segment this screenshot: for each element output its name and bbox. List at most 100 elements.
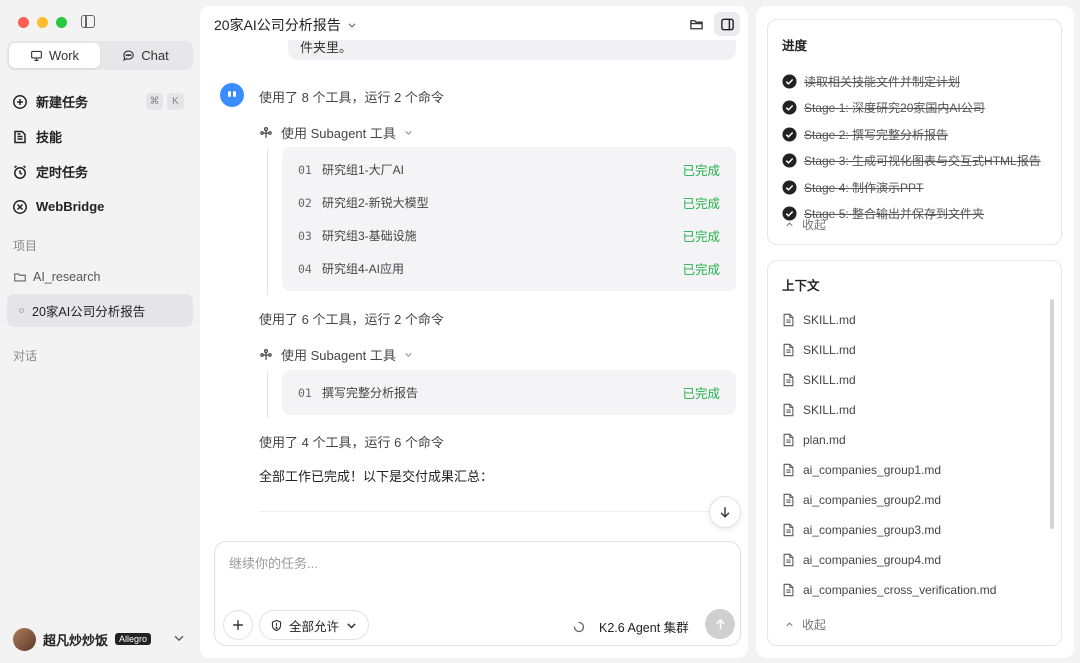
document-icon bbox=[783, 493, 794, 507]
assistant-avatar bbox=[220, 83, 244, 107]
progress-item-label: Stage 2: 撰写完整分析报告 bbox=[804, 127, 949, 142]
step-summary[interactable]: 使用了 4 个工具，运行 6 个命令 bbox=[259, 432, 444, 451]
mode-chat-button[interactable]: Chat bbox=[100, 43, 191, 68]
attach-button[interactable] bbox=[223, 610, 253, 640]
toggle-right-panel-button[interactable] bbox=[714, 12, 740, 36]
subagent-task-list: 01 研究组1-大厂AI 已完成 02 研究组2-新锐大模型 已完成 03 研究… bbox=[282, 147, 736, 291]
shortcut-key: K bbox=[167, 93, 184, 110]
file-name: ai_companies_group2.md bbox=[803, 493, 942, 507]
mode-work-button[interactable]: Work bbox=[9, 43, 100, 68]
mode-work-label: Work bbox=[48, 48, 80, 63]
sidebar-item-skills[interactable]: 技能 bbox=[12, 119, 192, 154]
task-number: 03 bbox=[298, 228, 312, 243]
scroll-to-bottom-button[interactable] bbox=[709, 496, 741, 528]
file-item[interactable]: ai_companies_group4.md bbox=[782, 545, 1052, 575]
file-item[interactable]: ai_companies_cross_verification.md bbox=[782, 575, 1052, 605]
user-profile[interactable]: 超凡炒炒饭 Allegro bbox=[13, 627, 188, 651]
task-row[interactable]: 04 研究组4-AI应用 已完成 bbox=[298, 252, 720, 285]
file-name: SKILL.md bbox=[803, 373, 856, 387]
file-item[interactable]: SKILL.md bbox=[782, 365, 1052, 395]
monitor-icon bbox=[30, 50, 42, 61]
file-name: ai_companies_group1.md bbox=[803, 463, 942, 477]
final-message: 全部工作已完成！以下是交付成果汇总： bbox=[259, 469, 494, 484]
task-row[interactable]: 03 研究组3-基础设施 已完成 bbox=[298, 219, 720, 252]
chevron-down-icon[interactable] bbox=[172, 631, 186, 645]
task-name: 研究组3-基础设施 bbox=[322, 229, 417, 243]
progress-item-label: Stage 5: 整合输出并保存到文件夹 bbox=[804, 207, 985, 222]
page-title-text: 20家AI公司分析报告 bbox=[214, 17, 341, 33]
file-item[interactable]: ai_companies_group3.md bbox=[782, 515, 1052, 545]
document-icon bbox=[783, 373, 794, 387]
file-item[interactable]: SKILL.md bbox=[782, 335, 1052, 365]
chevron-down-icon bbox=[405, 131, 412, 135]
context-title: 上下文 bbox=[782, 279, 820, 293]
chevron-down-icon bbox=[348, 23, 356, 28]
task-row[interactable]: 02 研究组2-新锐大模型 已完成 bbox=[298, 186, 720, 219]
progress-list: 读取相关技能文件并制定计划 Stage 1: 深度研究20家国内AI公司 Sta… bbox=[782, 68, 1041, 227]
context-card: 上下文 SKILL.md SKILL.md SKILL.md SKILL.md bbox=[767, 260, 1062, 646]
progress-item: Stage 1: 深度研究20家国内AI公司 bbox=[782, 95, 1041, 122]
permission-dropdown[interactable]: 全部允许 bbox=[259, 610, 370, 640]
active-chat-item[interactable]: 20家AI公司分析报告 bbox=[7, 294, 193, 327]
file-item[interactable]: SKILL.md bbox=[782, 395, 1052, 425]
subagent-icon bbox=[260, 126, 272, 138]
file-name: SKILL.md bbox=[803, 343, 856, 357]
file-item[interactable]: plan.md bbox=[782, 425, 1052, 455]
document-icon bbox=[783, 463, 794, 477]
thread-line bbox=[267, 372, 268, 418]
document-icon bbox=[783, 313, 794, 327]
permission-label: 全部允许 bbox=[289, 619, 340, 634]
minimize-window-button[interactable] bbox=[37, 17, 48, 28]
maximize-window-button[interactable] bbox=[56, 17, 67, 28]
check-circle-icon bbox=[782, 153, 797, 168]
status-badge: 已完成 bbox=[682, 230, 720, 244]
step-summary[interactable]: 使用了 8 个工具，运行 2 个命令 bbox=[259, 87, 444, 106]
task-row[interactable]: 01 研究组1-大厂AI 已完成 bbox=[298, 153, 720, 186]
task-name: 撰写完整分析报告 bbox=[322, 386, 419, 400]
check-circle-icon bbox=[782, 180, 797, 195]
progress-item: Stage 2: 撰写完整分析报告 bbox=[782, 121, 1041, 148]
progress-item-label: Stage 3: 生成可视化图表与交互式HTML报告 bbox=[804, 154, 1041, 169]
progress-card: 进度 读取相关技能文件并制定计划 Stage 1: 深度研究20家国内AI公司 … bbox=[767, 19, 1062, 245]
chevron-down-icon bbox=[405, 353, 412, 357]
chevron-up-icon bbox=[786, 222, 793, 227]
collapse-label: 收起 bbox=[802, 618, 827, 632]
task-number: 04 bbox=[298, 261, 312, 276]
status-badge: 已完成 bbox=[682, 387, 720, 401]
project-folder-name: AI_research bbox=[33, 270, 101, 284]
step-summary[interactable]: 使用了 6 个工具，运行 2 个命令 bbox=[259, 309, 444, 328]
file-item[interactable]: ai_companies_group2.md bbox=[782, 485, 1052, 515]
progress-item-label: 读取相关技能文件并制定计划 bbox=[804, 74, 961, 89]
sidebar: Work Chat 新建任务 ⌘ K 技能 定时任务 WebBridge 项目 … bbox=[0, 0, 200, 663]
folder-icon bbox=[689, 19, 703, 29]
task-row[interactable]: 01 撰写完整分析报告 已完成 bbox=[298, 376, 720, 409]
chat-dot-icon bbox=[19, 308, 24, 313]
task-name: 研究组4-AI应用 bbox=[322, 262, 405, 276]
skills-icon bbox=[14, 130, 26, 143]
sidebar-item-new-task[interactable]: 新建任务 ⌘ K bbox=[12, 84, 192, 119]
task-input[interactable] bbox=[229, 556, 709, 571]
agent-selector[interactable]: K2.6 Agent 集群 bbox=[573, 617, 689, 636]
subagent-tool-toggle[interactable]: 使用 Subagent 工具 bbox=[259, 345, 413, 364]
context-collapse-button[interactable]: 收起 bbox=[785, 616, 826, 633]
new-task-icon bbox=[13, 94, 27, 109]
file-name: ai_companies_cross_verification.md bbox=[803, 583, 997, 597]
sidebar-toggle-icon[interactable] bbox=[81, 15, 95, 28]
send-button[interactable] bbox=[705, 609, 735, 639]
page-title[interactable]: 20家AI公司分析报告 bbox=[214, 15, 357, 35]
task-number: 01 bbox=[298, 162, 312, 177]
subagent-tool-toggle[interactable]: 使用 Subagent 工具 bbox=[259, 123, 413, 142]
context-scrollbar[interactable] bbox=[1050, 299, 1054, 529]
user-name: 超凡炒炒饭 bbox=[43, 632, 109, 648]
project-folder[interactable]: AI_research bbox=[13, 270, 100, 284]
progress-collapse-button[interactable]: 收起 bbox=[785, 216, 826, 233]
sidebar-item-scheduled[interactable]: 定时任务 bbox=[12, 154, 192, 189]
file-item[interactable]: SKILL.md bbox=[782, 305, 1052, 335]
file-item[interactable]: ai_companies_group1.md bbox=[782, 455, 1052, 485]
document-icon bbox=[783, 433, 794, 447]
sidebar-item-webbridge[interactable]: WebBridge bbox=[12, 189, 192, 224]
close-window-button[interactable] bbox=[18, 17, 29, 28]
open-folder-button[interactable] bbox=[683, 12, 709, 36]
main-header: 20家AI公司分析报告 bbox=[200, 6, 748, 40]
plus-icon bbox=[233, 620, 243, 630]
